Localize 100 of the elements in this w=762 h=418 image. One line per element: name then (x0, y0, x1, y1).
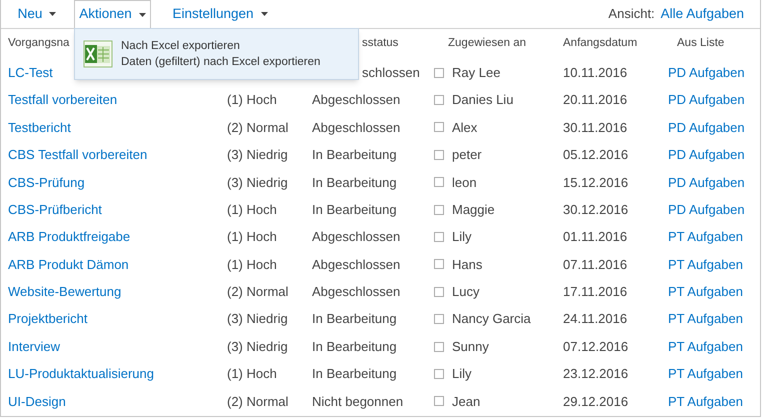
priority-text: (3) Niedrig (227, 338, 288, 354)
list-link[interactable]: PD Aufgaben (668, 147, 745, 162)
checkbox[interactable] (434, 396, 444, 406)
checkbox[interactable] (434, 286, 444, 297)
priority-text: (1) Hoch (227, 366, 277, 382)
task-link[interactable]: Testfall vorbereiten (8, 92, 118, 108)
checkbox[interactable] (434, 314, 444, 324)
priority-text: (2) Normal (227, 394, 288, 409)
status-text: In Bearbeitung (312, 147, 397, 162)
date-text: 05.12.2016 (563, 147, 628, 162)
task-link[interactable]: CBS-Prüfung (8, 174, 85, 190)
status-text: In Bearbeitung (312, 202, 397, 217)
date-text: 23.12.2016 (563, 366, 628, 382)
list-link[interactable]: PD Aufgaben (668, 92, 745, 108)
list-link[interactable]: PT Aufgaben (668, 256, 743, 272)
list-link[interactable]: PT Aufgaben (668, 284, 743, 300)
list-link[interactable]: PT Aufgaben (668, 338, 743, 354)
view-label: Ansicht: (608, 5, 655, 24)
assignee-text: leon (452, 174, 477, 192)
checkbox[interactable] (434, 177, 444, 188)
checkbox[interactable] (434, 342, 444, 352)
date-text: 20.11.2016 (563, 92, 628, 108)
priority-text: (2) Normal (227, 284, 288, 300)
spreadsheet-icon (83, 40, 113, 68)
task-link[interactable]: Testbericht (8, 120, 71, 135)
task-link[interactable]: ARB Produkt Dämon (8, 256, 129, 272)
checkbox[interactable] (434, 68, 444, 78)
assignee-text: Hans (452, 256, 482, 274)
priority-text: (3) Niedrig (227, 174, 288, 190)
status-text: Nicht begonnen (312, 394, 404, 409)
task-link[interactable]: UI-Design (8, 394, 66, 409)
status-text: In Bearbeitung (312, 366, 397, 382)
priority-text: (1) Hoch (227, 229, 277, 244)
task-link[interactable]: Interview (8, 338, 60, 354)
list-link[interactable]: PT Aufgaben (668, 366, 743, 382)
list-link[interactable]: PT Aufgaben (668, 229, 743, 244)
assignee-text: peter (452, 146, 482, 164)
checkbox[interactable] (434, 95, 444, 106)
date-text: 15.12.2016 (563, 174, 628, 190)
date-text: 07.11.2016 (563, 256, 628, 272)
column-header[interactable]: Anfangsdatum (563, 37, 638, 50)
status-text: Abgeschlossen (312, 229, 400, 244)
status-text: In Bearbeitung (312, 338, 397, 354)
status-text: In Bearbeitung (312, 311, 397, 326)
assignee-text: Lily (452, 365, 472, 384)
assignee-text: Ray Lee (452, 64, 500, 82)
task-link[interactable]: LU-Produktaktualisierung (8, 366, 154, 382)
task-link[interactable]: LC-Test (8, 64, 53, 80)
priority-text: (3) Niedrig (227, 311, 288, 326)
column-header[interactable]: sstatus (362, 37, 398, 50)
checkbox[interactable] (434, 232, 444, 242)
checkbox[interactable] (434, 259, 444, 270)
task-link[interactable]: ARB Produktfreigabe (8, 229, 130, 244)
checkbox[interactable] (434, 368, 444, 379)
menu-item[interactable]: Nach Excel exportieren (121, 38, 320, 54)
checkbox[interactable] (434, 204, 444, 215)
priority-text: (1) Hoch (227, 202, 277, 217)
status-text: Abgeschlossen (312, 284, 400, 300)
date-text: 01.11.2016 (563, 229, 628, 244)
list-link[interactable]: PD Aufgaben (668, 202, 745, 217)
menu-item[interactable]: Daten (gefiltert) nach Excel exportieren (121, 54, 320, 70)
column-header[interactable]: Aus Liste (677, 37, 724, 50)
assignee-text: Jean (452, 392, 480, 411)
date-text: 30.12.2016 (563, 202, 628, 217)
status-text: Abgeschlossen (312, 256, 400, 272)
date-text: 17.11.2016 (563, 284, 628, 300)
checkbox[interactable] (434, 122, 444, 132)
assignee-text: Lily (452, 228, 472, 246)
view-link[interactable]: Alle Aufgaben (660, 4, 744, 24)
priority-text: (2) Normal (227, 120, 288, 135)
task-link[interactable]: Projektbericht (8, 311, 88, 326)
date-text: 30.11.2016 (563, 120, 628, 135)
list-link[interactable]: PD Aufgaben (668, 64, 745, 80)
priority-text: (3) Niedrig (227, 147, 288, 162)
list-link[interactable]: PD Aufgaben (668, 120, 745, 135)
list-link[interactable]: PD Aufgaben (668, 174, 745, 190)
column-header[interactable]: Zugewiesen an (448, 37, 526, 50)
caret-icon (49, 12, 56, 16)
toolbar-menu-button[interactable]: Aktionen (74, 0, 151, 28)
assignee-text: Lucy (452, 283, 480, 302)
assignee-text: Danies Liu (452, 91, 514, 110)
date-text: 29.12.2016 (563, 394, 628, 409)
list-link[interactable]: PT Aufgaben (668, 394, 743, 409)
date-text: 10.11.2016 (563, 64, 628, 80)
status-text: Abgeschlossen (312, 120, 400, 135)
checkbox[interactable] (434, 150, 444, 160)
list-link[interactable]: PT Aufgaben (668, 311, 743, 326)
caret-icon (260, 12, 268, 16)
priority-text: (1) Hoch (227, 92, 277, 108)
toolbar-menu-button[interactable]: Einstellungen (165, 0, 275, 28)
caret-icon (138, 12, 146, 16)
assignee-text: Alex (452, 118, 478, 137)
column-header[interactable]: Vorgangsna (8, 37, 70, 50)
assignee-text: Sunny (452, 338, 489, 356)
task-link[interactable]: CBS-Prüfbericht (8, 202, 102, 217)
task-link[interactable]: CBS Testfall vorbereiten (8, 147, 148, 162)
date-text: 24.11.2016 (563, 311, 628, 326)
task-link[interactable]: Website-Bewertung (8, 284, 122, 300)
status-text: Abgeschlossen (312, 92, 400, 108)
toolbar-menu-button[interactable]: Neu (7, 0, 67, 28)
